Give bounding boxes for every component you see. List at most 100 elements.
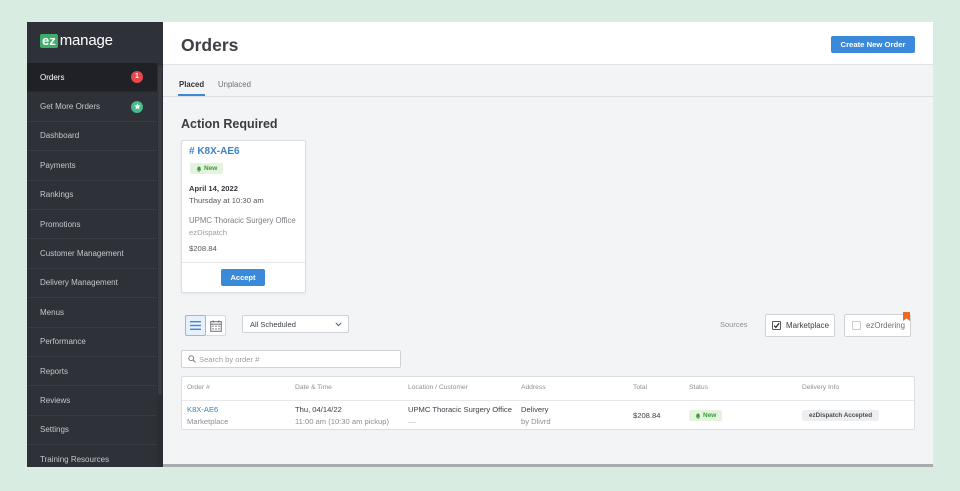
chevron-down-icon [335, 322, 342, 327]
sidebar-item-dashboard[interactable]: Dashboard [27, 122, 157, 152]
sidebar-item-promotions[interactable]: Promotions [27, 210, 157, 240]
row-total: $208.84 [633, 411, 661, 420]
row-order-source: Marketplace [187, 417, 229, 426]
order-id-link[interactable]: # K8X-AE6 [189, 146, 240, 158]
bookmark-icon [903, 312, 910, 321]
column-header-status[interactable]: Status [689, 384, 708, 392]
sidebar-item-performance[interactable]: Performance [27, 328, 157, 357]
status-badge-label: New [204, 165, 218, 172]
tab-unplaced[interactable]: Unplaced [218, 65, 251, 96]
status-badge-label: New [703, 412, 717, 419]
marketplace-checkbox[interactable] [772, 321, 781, 330]
accept-order-button[interactable]: Accept [221, 269, 265, 286]
source-filter-label: ezOrdering [866, 321, 906, 330]
column-header-location-customer[interactable]: Location / Customer [408, 384, 468, 392]
sidebar-item-reports[interactable]: Reports [27, 357, 157, 387]
sidebar-item-orders[interactable]: Orders 1 [27, 63, 157, 93]
create-new-order-button[interactable]: Create New Order [831, 36, 915, 53]
sidebar-item-label: Payments [40, 160, 76, 170]
sidebar-item-label: Get More Orders [40, 102, 101, 112]
calendar-icon [209, 319, 222, 332]
order-date: April 14, 2022 [189, 184, 238, 193]
sidebar-item-customer-management[interactable]: Customer Management [27, 239, 157, 269]
sidebar-scrollbar-thumb[interactable] [158, 65, 162, 395]
checkmark-icon [773, 322, 780, 329]
sidebar-item-label: Orders [40, 72, 65, 82]
order-search [181, 350, 401, 368]
sidebar-item-payments[interactable]: Payments [27, 151, 157, 181]
sidebar-item-rankings[interactable]: Rankings [27, 181, 157, 210]
sidebar-item-delivery-management[interactable]: Delivery Management [27, 269, 157, 299]
column-header-order-number[interactable]: Order # [187, 384, 210, 392]
sidebar-item-label: Menus [40, 307, 65, 317]
row-order-id-link[interactable]: K8X-AE6 [187, 405, 218, 414]
delivery-info-badge: ezDispatch Accepted [802, 410, 880, 421]
sidebar: ez manage Orders 1 Get More Orders Dashb… [27, 22, 163, 467]
search-icon [188, 355, 196, 363]
row-customer: — [408, 417, 416, 426]
sidebar-item-settings[interactable]: Settings [27, 416, 157, 446]
sidebar-item-menus[interactable]: Menus [27, 298, 157, 328]
column-header-total[interactable]: Total [633, 384, 647, 392]
order-total: $208.84 [189, 244, 217, 253]
order-time: Thursday at 10:30 am [189, 196, 264, 205]
row-address: Delivery [521, 405, 549, 414]
sidebar-item-label: Rankings [40, 190, 74, 200]
ezordering-checkbox[interactable] [852, 321, 861, 330]
orders-count-badge: 1 [131, 71, 143, 84]
source-filter-marketplace[interactable]: Marketplace [765, 314, 835, 337]
source-filter-ezordering[interactable]: ezOrdering [844, 312, 911, 337]
sources-label: Sources [720, 320, 748, 329]
page-title: Orders [181, 35, 239, 55]
main-content: Orders Create New Order Placed Unplaced … [163, 22, 933, 467]
logo-wordmark: manage [59, 32, 113, 49]
tab-placed[interactable]: Placed [177, 65, 206, 96]
sidebar-nav: Orders 1 Get More Orders Dashboard Payme… [27, 63, 157, 467]
bell-icon [196, 165, 202, 172]
sidebar-item-label: Customer Management [40, 249, 124, 259]
sidebar-item-label: Training Resources [40, 454, 110, 464]
row-address-detail: by Dlivrd [521, 417, 551, 426]
star-icon [131, 100, 143, 113]
horizontal-scrollbar[interactable] [163, 464, 933, 467]
action-required-order-card[interactable]: # K8X-AE6 New April 14, 2022 Thursday at… [181, 140, 306, 293]
table-header-row: Order # Date & Time Location / Customer … [182, 377, 914, 401]
status-badge: New [190, 163, 224, 174]
orders-table: Order # Date & Time Location / Customer … [181, 376, 915, 430]
search-input[interactable] [199, 351, 397, 367]
card-divider [182, 262, 305, 263]
source-filter-label: Marketplace [786, 321, 829, 330]
table-row[interactable]: K8X-AE6 Marketplace Thu, 04/14/22 11:00 … [182, 401, 914, 429]
row-location: UPMC Thoracic Surgery Office [408, 405, 512, 414]
list-icon [190, 321, 201, 330]
sidebar-item-label: Settings [40, 425, 69, 435]
sidebar-item-label: Promotions [40, 219, 81, 229]
sidebar-item-label: Performance [40, 337, 86, 347]
schedule-filter-dropdown[interactable]: All Scheduled [242, 315, 349, 333]
action-required-heading: Action Required [181, 117, 278, 131]
sidebar-item-label: Reports [40, 366, 69, 376]
schedule-filter-value: All Scheduled [250, 320, 296, 329]
order-location: UPMC Thoracic Surgery Office [189, 216, 296, 225]
sidebar-item-training-resources[interactable]: Training Resources [27, 445, 157, 467]
bell-icon [695, 412, 701, 419]
calendar-view-toggle[interactable] [206, 315, 226, 336]
sidebar-item-label: Dashboard [40, 131, 80, 141]
ezmanage-logo[interactable]: ez manage [40, 33, 113, 49]
sidebar-item-label: Reviews [40, 395, 71, 405]
page-header: Orders Create New Order [163, 22, 933, 65]
order-source: ezDispatch [189, 228, 228, 237]
sidebar-item-label: Delivery Management [40, 278, 118, 288]
app-window: ez manage Orders 1 Get More Orders Dashb… [27, 22, 933, 467]
status-badge: New [689, 410, 723, 421]
column-header-date-time[interactable]: Date & Time [295, 384, 332, 392]
sidebar-item-reviews[interactable]: Reviews [27, 386, 157, 416]
logo-ez-mark: ez [40, 33, 58, 48]
sidebar-item-get-more-orders[interactable]: Get More Orders [27, 92, 157, 122]
row-time: 11:00 am (10:30 am pickup) [295, 417, 389, 426]
row-date: Thu, 04/14/22 [295, 405, 342, 414]
column-header-delivery-info[interactable]: Delivery Info [802, 384, 839, 392]
order-tabs: Placed Unplaced [163, 65, 933, 97]
column-header-address[interactable]: Address [521, 384, 546, 392]
list-view-toggle[interactable] [185, 315, 206, 336]
